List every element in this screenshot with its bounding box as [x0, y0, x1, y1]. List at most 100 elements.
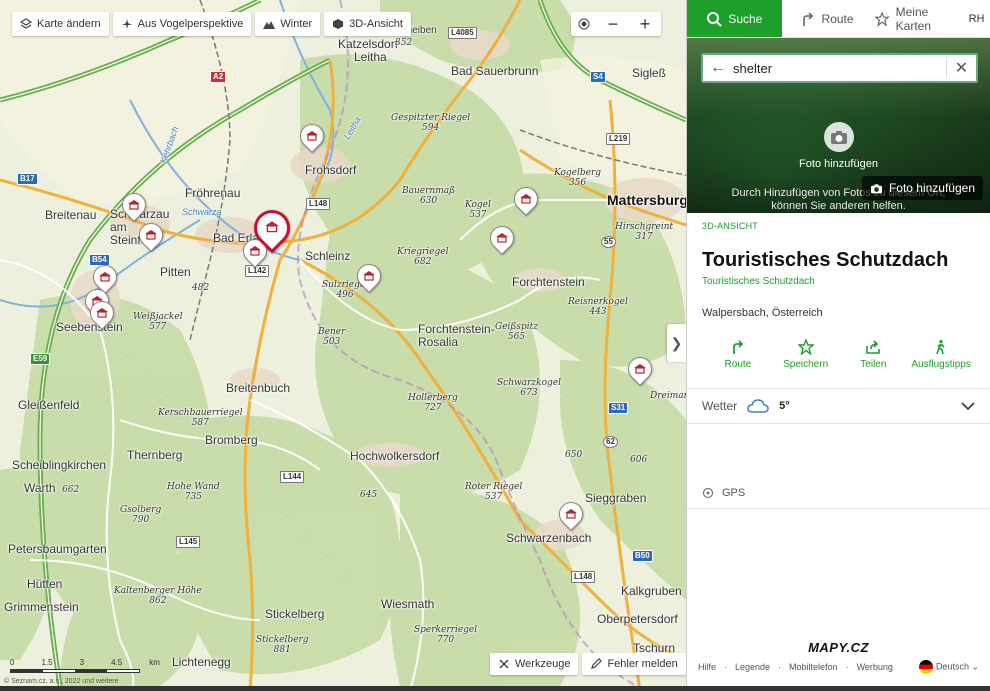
place-label: Gleißenfeld: [18, 398, 80, 412]
close-icon[interactable]: ✕: [946, 58, 976, 78]
kicker-3d[interactable]: 3D-ANSICHT: [702, 221, 975, 231]
mapy-logo[interactable]: MAPY.CZ: [687, 640, 990, 655]
shelter-marker[interactable]: [85, 296, 119, 333]
peak-label: Kogel 537: [465, 200, 491, 220]
tools-button[interactable]: Werkzeuge: [490, 653, 579, 675]
taskbar-strip: [0, 686, 990, 691]
avatar[interactable]: RH: [963, 0, 990, 37]
chevron-right-icon: ❯: [670, 334, 683, 351]
road-shield: E59: [30, 353, 51, 365]
shelter-icon: [363, 271, 375, 281]
footer-link-ads[interactable]: Werbung: [857, 662, 893, 672]
place-label: Kalkgruben: [621, 584, 682, 598]
3d-view-label: 3D-Ansicht: [349, 18, 403, 30]
back-arrow-icon[interactable]: ←: [703, 59, 733, 77]
selected-shelter-marker[interactable]: [246, 202, 298, 260]
search-input[interactable]: [733, 60, 946, 76]
footer-link-mobile[interactable]: Mobiltelefon: [789, 662, 838, 672]
peak-label: Stickelberg 881: [256, 635, 309, 655]
place-label: Sieggraben: [585, 491, 647, 505]
place-label: Scheiblingkirchen: [12, 458, 107, 472]
place-label: Pitten: [160, 265, 191, 279]
tab-my-maps[interactable]: Meine Karten: [871, 0, 963, 37]
3d-view-button[interactable]: 3D-Ansicht: [324, 12, 411, 36]
peak-label: Gespitzter Riegel 594: [391, 113, 471, 133]
place-label: Breitenbuch: [226, 381, 291, 395]
share-button[interactable]: Teilen: [840, 339, 908, 370]
scale-bar: 0 1.5 3 4.5 km: [10, 658, 160, 673]
weather-row[interactable]: Wetter 5°: [687, 388, 990, 424]
peak-label: 482: [192, 283, 210, 293]
locate-button[interactable]: [571, 12, 597, 36]
aerial-view-button[interactable]: Aus Vogelperspektive: [112, 12, 252, 36]
report-error-label: Fehler melden: [607, 658, 678, 670]
peak-label: Geißspitz 565: [495, 322, 539, 342]
collapse-panel-button[interactable]: ❯: [667, 324, 686, 362]
shelter-marker[interactable]: [117, 188, 151, 225]
share-button-label: Teilen: [860, 359, 887, 370]
peak-label: Gsolberg 790: [120, 505, 162, 525]
route-button[interactable]: Route: [704, 339, 772, 370]
shelter-icon: [634, 364, 646, 374]
add-photo-cta[interactable]: Foto hinzufügen: [687, 122, 990, 170]
shelter-marker[interactable]: [623, 352, 657, 389]
scale-label: 1.5: [41, 658, 53, 667]
winter-button[interactable]: Winter: [255, 12, 321, 36]
report-error-button[interactable]: Fehler melden: [582, 653, 686, 675]
tab-search[interactable]: Suche: [687, 0, 782, 37]
road-shield: A2: [210, 71, 227, 83]
peak-label: Dreimarkstein: [650, 391, 686, 401]
place-label: Grimmenstein: [4, 600, 79, 614]
save-button[interactable]: Speichern: [772, 339, 840, 370]
footer-link-legend[interactable]: Legende: [735, 662, 770, 672]
road-shield: B50: [632, 550, 653, 562]
add-photo-button[interactable]: Foto hinzufügen: [861, 176, 983, 200]
tab-route[interactable]: Route: [782, 0, 872, 37]
shelter-marker[interactable]: [352, 259, 386, 296]
shelter-icon: [265, 221, 279, 233]
map-canvas[interactable]: Katzelsdorf Leitha Scheiben Bad Sauerbru…: [0, 0, 686, 691]
peak-label: 650: [565, 450, 583, 460]
road-shield: 55: [601, 236, 616, 248]
place-label: Sigleß: [632, 66, 667, 80]
panel-footer: MAPY.CZ Hilfe · Legende · Mobiltelefon · We…: [687, 636, 990, 691]
hint-line: können Sie anderen helfen.: [771, 200, 906, 212]
trip-tips-button[interactable]: Ausflugstipps: [907, 339, 975, 370]
tools-label: Werkzeuge: [515, 658, 571, 670]
language-selector[interactable]: Deutsch ⌄: [918, 660, 979, 674]
map-toolbar: Karte ändern Aus Vogelperspektive Winter…: [12, 12, 411, 36]
change-map-label: Karte ändern: [37, 18, 101, 30]
route-button-label: Route: [724, 359, 752, 370]
change-map-button[interactable]: Karte ändern: [12, 12, 109, 36]
road-shield: L148: [306, 198, 331, 210]
chevron-down-icon[interactable]: [961, 398, 975, 414]
place-label: Petersbaumgarten: [8, 542, 107, 556]
zoom-in-button[interactable]: +: [629, 12, 661, 36]
shelter-marker[interactable]: [485, 221, 519, 258]
shelter-marker[interactable]: [554, 497, 588, 534]
shelter-marker[interactable]: [295, 119, 329, 156]
gps-label: GPS: [722, 486, 746, 499]
road-shield: L219: [606, 133, 631, 145]
shelter-marker[interactable]: [509, 182, 543, 219]
scale-label: 4.5: [111, 658, 123, 667]
tab-route-label: Route: [821, 11, 854, 26]
add-photo-title: Foto hinzufügen: [799, 158, 878, 170]
pencil-icon: [591, 658, 603, 669]
place-label: Hochwolkersdorf: [350, 449, 440, 463]
add-photo-button-label: Foto hinzufügen: [888, 181, 975, 195]
peak-label: 352: [395, 38, 413, 48]
peak-label: Kriegriegel 682: [397, 247, 449, 267]
weather-temp: 5°: [779, 400, 790, 412]
footer-link-help[interactable]: Hilfe: [698, 662, 716, 672]
place-label: Hütten: [27, 577, 63, 591]
shelter-icon: [96, 308, 108, 318]
language-label: Deutsch: [935, 661, 969, 672]
zoom-out-button[interactable]: −: [597, 12, 629, 36]
place-category[interactable]: Touristisches Schutzdach: [702, 276, 975, 287]
place-label: Leitha: [354, 50, 387, 64]
place-label: Fröhrenau: [185, 186, 241, 200]
gps-row[interactable]: GPS: [687, 477, 990, 509]
shelter-marker[interactable]: [134, 218, 168, 255]
copyright[interactable]: © Seznam.cz, a.s., 2022 und weitere: [4, 678, 119, 685]
